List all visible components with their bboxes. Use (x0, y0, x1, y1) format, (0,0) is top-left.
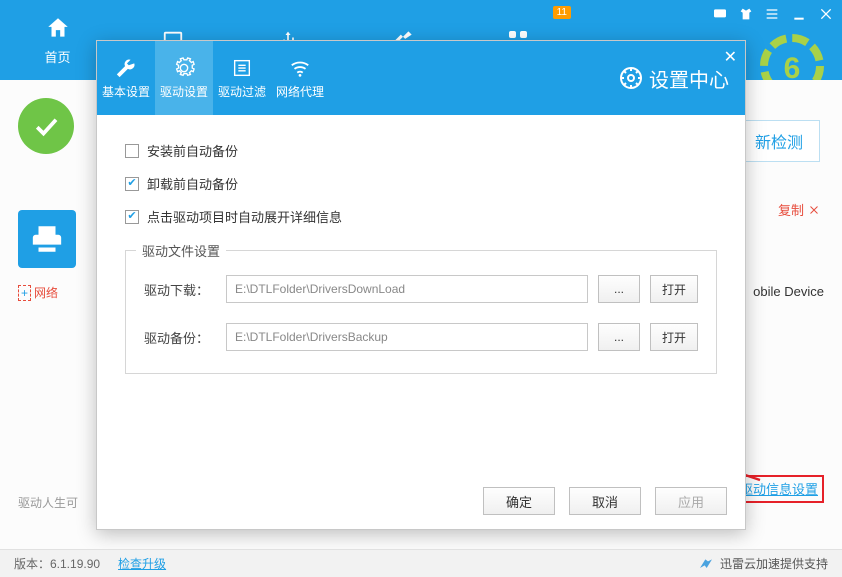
wifi-icon (289, 57, 311, 79)
refresh-detect-button[interactable]: 新检测 (738, 120, 820, 162)
footer-partial-text: 驱动人生可 (18, 494, 78, 511)
ok-button[interactable]: 确定 (483, 487, 555, 515)
gear-icon (173, 57, 195, 79)
plus-icon: + (18, 285, 31, 301)
dialog-footer: 确定 取消 应用 (483, 487, 727, 515)
fieldset-legend: 驱动文件设置 (136, 241, 226, 260)
close-icon[interactable] (818, 6, 834, 22)
status-bar: 版本：6.1.19.90 检查升级 迅雷云加速提供支持 (0, 549, 842, 577)
shirt-icon[interactable] (738, 6, 754, 22)
dialog-tab-driver-label: 驱动设置 (160, 83, 208, 100)
printer-block[interactable] (18, 210, 76, 268)
dialog-tab-basic-label: 基本设置 (102, 83, 150, 100)
message-icon[interactable] (712, 6, 728, 22)
download-browse-button[interactable]: ... (598, 275, 640, 303)
checkbox-row-install-backup: 安装前自动备份 (125, 141, 717, 160)
tab-home-label: 首页 (44, 47, 70, 66)
dialog-header: 基本设置 驱动设置 驱动过滤 网络代理 设置中心 ✕ (97, 41, 745, 115)
dialog-tab-driver[interactable]: 驱动设置 (155, 41, 213, 115)
driver-info-settings-highlight: 驱动信息设置 (734, 475, 824, 503)
printer-icon (30, 222, 64, 256)
close-small-icon[interactable] (808, 204, 820, 216)
download-open-button[interactable]: 打开 (650, 275, 698, 303)
check-update-link[interactable]: 检查升级 (118, 555, 166, 572)
wrench-icon (115, 57, 137, 79)
checkbox-expand-detail-label: 点击驱动项目时自动展开详细信息 (147, 207, 342, 226)
header-right-controls (712, 6, 834, 22)
dialog-title: 设置中心 (619, 41, 729, 115)
dialog-close-icon[interactable]: ✕ (724, 47, 737, 67)
version-text: 版本：6.1.19.90 (14, 555, 100, 572)
network-config-link[interactable]: + 网络 (18, 284, 58, 301)
checkbox-row-expand-detail: 点击驱动项目时自动展开详细信息 (125, 207, 717, 226)
checkbox-expand-detail[interactable] (125, 210, 139, 224)
checkbox-row-uninstall-backup: 卸载前自动备份 (125, 174, 717, 193)
list-icon (231, 57, 253, 79)
settings-dialog: 基本设置 驱动设置 驱动过滤 网络代理 设置中心 ✕ 安装前自动备份 卸载前自动… (96, 40, 746, 530)
bird-icon (698, 556, 714, 572)
accel-info: 迅雷云加速提供支持 (698, 555, 828, 572)
checkbox-uninstall-backup-label: 卸载前自动备份 (147, 174, 238, 193)
backup-browse-button[interactable]: ... (598, 323, 640, 351)
checkbox-uninstall-backup[interactable] (125, 177, 139, 191)
copy-label: 复制 (778, 200, 804, 219)
gear-circle-icon (619, 66, 643, 90)
dialog-tab-filter-label: 驱动过滤 (218, 83, 266, 100)
minimize-icon[interactable] (790, 6, 808, 22)
cancel-button[interactable]: 取消 (569, 487, 641, 515)
menu-icon[interactable] (764, 6, 780, 22)
dialog-tab-basic[interactable]: 基本设置 (97, 41, 155, 115)
apps-badge: 11 (553, 6, 571, 19)
backup-open-button[interactable]: 打开 (650, 323, 698, 351)
dialog-body: 安装前自动备份 卸载前自动备份 点击驱动项目时自动展开详细信息 驱动文件设置 驱… (97, 115, 745, 374)
home-icon (45, 15, 71, 41)
backup-path-input[interactable] (226, 323, 588, 351)
driver-info-settings-link[interactable]: 驱动信息设置 (740, 482, 818, 497)
dialog-title-text: 设置中心 (649, 64, 729, 93)
download-path-input[interactable] (226, 275, 588, 303)
backup-path-row: 驱动备份： ... 打开 (144, 323, 698, 351)
download-path-label: 驱动下载： (144, 280, 216, 299)
net-cfg-label: 网络 (34, 284, 58, 301)
checkbox-install-backup-label: 安装前自动备份 (147, 141, 238, 160)
status-ok-icon (18, 98, 74, 154)
backup-path-label: 驱动备份： (144, 328, 216, 347)
dialog-tab-proxy[interactable]: 网络代理 (271, 41, 329, 115)
apply-button[interactable]: 应用 (655, 487, 727, 515)
dialog-tab-filter[interactable]: 驱动过滤 (213, 41, 271, 115)
dialog-tab-proxy-label: 网络代理 (276, 83, 324, 100)
driver-file-settings-fieldset: 驱动文件设置 驱动下载： ... 打开 驱动备份： ... 打开 (125, 250, 717, 374)
checkbox-install-backup[interactable] (125, 144, 139, 158)
copy-link[interactable]: 复制 (778, 200, 820, 219)
download-path-row: 驱动下载： ... 打开 (144, 275, 698, 303)
mobile-device-text: obile Device (753, 284, 824, 299)
accel-text: 迅雷云加速提供支持 (720, 555, 828, 572)
